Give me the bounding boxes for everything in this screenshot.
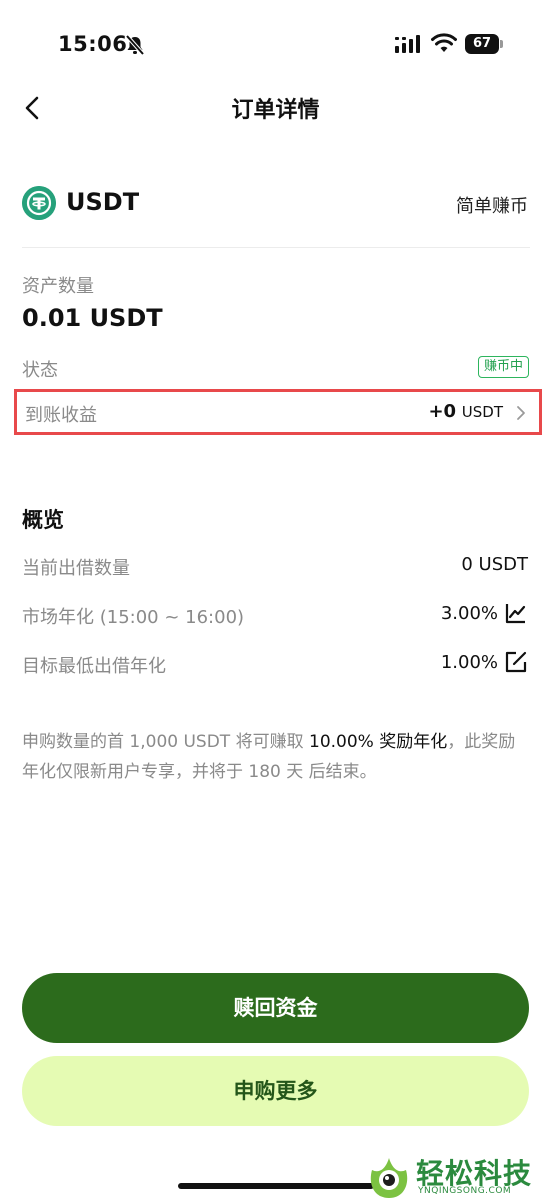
promo-text: 申购数量的首 1,000 USDT 将可赚取 10.00% 奖励年化，此奖励年化… <box>22 727 530 787</box>
divider <box>22 247 530 248</box>
overview-label: 市场年化 (15:00 ~ 16:00) <box>22 607 245 628</box>
status-label: 状态 <box>22 360 58 381</box>
watermark-subtext: YNQINGSONG.COM <box>418 1186 512 1196</box>
battery-icon: 67 <box>465 34 503 54</box>
home-indicator <box>178 1183 374 1189</box>
overview-value: 1.00% <box>440 652 498 673</box>
watermark: 轻松科技 YNQINGSONG.COM <box>366 1150 551 1200</box>
overview-title: 概览 <box>22 508 64 532</box>
edit-icon[interactable] <box>504 650 528 674</box>
page-title: 订单详情 <box>231 98 320 123</box>
promo-highlight: 10.00% 奖励年化 <box>309 732 448 752</box>
overview-value: 3.00% <box>440 603 498 624</box>
earnings-value: +0 USDT <box>428 401 503 422</box>
muted-bell-icon <box>125 34 145 56</box>
usdt-logo-icon <box>22 186 56 220</box>
promo-part1: 申购数量的首 1,000 USDT 将可赚取 <box>22 732 309 752</box>
earnings-label: 到账收益 <box>25 405 97 426</box>
earnings-unit: USDT <box>461 403 503 421</box>
chevron-right-icon <box>517 406 525 420</box>
status-badge: 赚币中 <box>477 356 529 378</box>
overview-row-target-apr: 目标最低出借年化 1.00% <box>22 650 530 680</box>
asset-header: USDT 简单赚币 <box>22 182 530 226</box>
overview-row-market-apr: 市场年化 (15:00 ~ 16:00) 3.00% <box>22 601 530 631</box>
status-time: 15:06 <box>58 32 128 56</box>
status-bar: 15:06 67 <box>0 0 551 90</box>
asset-name: USDT <box>66 188 140 216</box>
earnings-amount: +0 <box>428 401 457 422</box>
battery-level: 67 <box>465 34 499 54</box>
trend-chart-icon[interactable] <box>504 601 528 625</box>
amount-label: 资产数量 <box>22 276 94 297</box>
overview-value: 0 USDT <box>461 554 528 575</box>
redeem-button[interactable]: 赎回资金 <box>22 973 529 1043</box>
product-name: 简单赚币 <box>456 196 528 217</box>
wifi-icon <box>431 33 457 52</box>
earnings-row[interactable]: 到账收益 +0 USDT <box>14 389 542 435</box>
watermark-logo-icon <box>370 1158 408 1198</box>
amount-value: 0.01 USDT <box>22 304 163 332</box>
signal-icon <box>395 35 420 53</box>
overview-row-lent: 当前出借数量 0 USDT <box>22 552 530 582</box>
overview-label: 目标最低出借年化 <box>22 656 166 677</box>
overview-label: 当前出借数量 <box>22 558 130 579</box>
nav-bar: 订单详情 <box>0 80 551 136</box>
subscribe-more-button[interactable]: 申购更多 <box>22 1056 529 1126</box>
